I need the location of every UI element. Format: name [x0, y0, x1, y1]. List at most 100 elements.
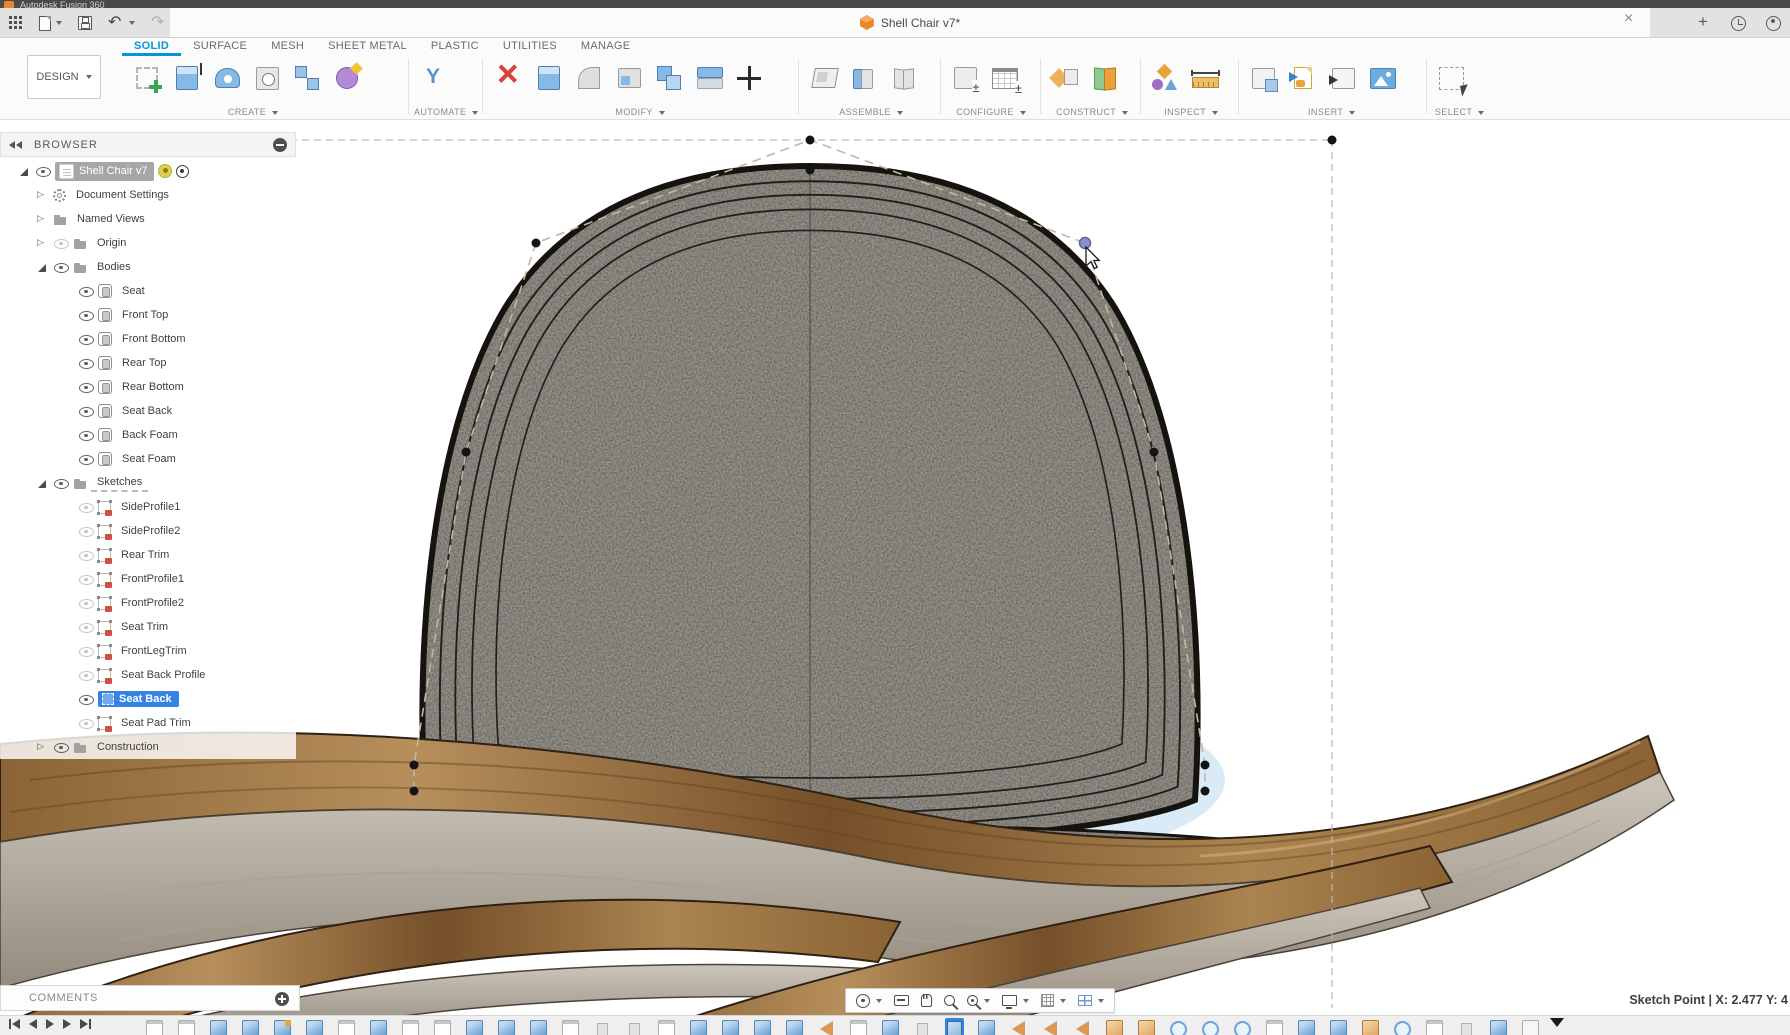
timeline-feature[interactable] [337, 1018, 356, 1035]
timeline-feature[interactable] [1105, 1018, 1124, 1035]
timeline-feature[interactable] [881, 1018, 900, 1035]
tool-insert-derive[interactable] [1324, 56, 1362, 100]
tree-row-seat-foam[interactable]: Seat Foam [0, 447, 296, 471]
tool-delete[interactable] [490, 56, 528, 100]
tree-row-sideprofile2[interactable]: SideProfile2 [0, 519, 296, 543]
timeline-feature[interactable] [465, 1018, 484, 1035]
tool-extrude[interactable] [168, 56, 206, 100]
tool-select-marquee[interactable] [1432, 56, 1470, 100]
tree-row-back-foam[interactable]: Back Foam [0, 423, 296, 447]
eye-hidden-icon[interactable] [78, 620, 94, 634]
timeline-feature[interactable] [1041, 1018, 1060, 1035]
eye-hidden-icon[interactable] [78, 644, 94, 658]
collapsed-arrow-icon[interactable] [36, 213, 49, 226]
timeline-position-marker[interactable] [1550, 1018, 1564, 1027]
timeline-feature[interactable] [625, 1018, 644, 1035]
group-label-inspect[interactable]: INSPECT [1146, 107, 1236, 117]
play-button[interactable] [46, 1019, 54, 1029]
eye-visible-icon[interactable] [78, 308, 94, 322]
tool-insert-mesh[interactable] [1244, 56, 1282, 100]
timeline-feature[interactable] [305, 1018, 324, 1035]
tool-move-copy[interactable] [730, 56, 768, 100]
tool-measure[interactable] [1186, 56, 1224, 100]
ribbon-tab-plastic[interactable]: PLASTIC [419, 38, 491, 56]
timeline-feature[interactable] [273, 1018, 292, 1035]
tree-row-origin[interactable]: Origin [0, 231, 296, 255]
target-icon[interactable] [176, 165, 189, 178]
tool-revolve[interactable] [208, 56, 246, 100]
eye-visible-icon[interactable] [78, 356, 94, 370]
tree-row-seat-back-profile[interactable]: Seat Back Profile [0, 663, 296, 687]
file-new-button[interactable] [36, 14, 65, 33]
tree-row-rear-trim[interactable]: Rear Trim [0, 543, 296, 567]
eye-visible-icon[interactable] [78, 380, 94, 394]
tree-row-construction[interactable]: Construction [0, 735, 296, 759]
sketch-point-hovered[interactable] [1080, 238, 1091, 249]
tool-joint[interactable] [846, 56, 884, 100]
group-label-assemble[interactable]: ASSEMBLE [806, 107, 936, 117]
ribbon-tab-manage[interactable]: MANAGE [569, 38, 642, 56]
eye-visible-icon[interactable] [78, 332, 94, 346]
timeline-feature[interactable] [753, 1018, 772, 1035]
expanded-arrow-icon[interactable] [36, 261, 49, 274]
profile-button[interactable] [1763, 14, 1784, 33]
timeline-feature[interactable] [1073, 1018, 1092, 1035]
timeline-feature[interactable] [1521, 1018, 1540, 1035]
timeline-feature[interactable] [977, 1018, 996, 1035]
display-settings-button[interactable] [996, 989, 1035, 1012]
eye-visible-icon[interactable] [78, 284, 94, 298]
tool-as-built-joint[interactable] [886, 56, 924, 100]
timeline-feature[interactable] [1329, 1018, 1348, 1035]
timeline-feature[interactable] [369, 1018, 388, 1035]
timeline-feature[interactable] [1425, 1018, 1444, 1035]
timeline-feature[interactable] [209, 1018, 228, 1035]
eye-visible-icon[interactable] [53, 740, 69, 754]
group-label-create[interactable]: CREATE [128, 107, 378, 117]
tree-row-frontprofile2[interactable]: FrontProfile2 [0, 591, 296, 615]
timeline-feature[interactable] [593, 1018, 612, 1035]
timeline-feature[interactable] [913, 1018, 932, 1035]
eye-visible-icon[interactable] [53, 260, 69, 274]
timeline-feature[interactable] [1457, 1018, 1476, 1035]
group-label-automate[interactable]: AUTOMATE [414, 107, 474, 117]
eye-hidden-icon[interactable] [78, 668, 94, 682]
step-back-button[interactable] [29, 1019, 37, 1029]
tree-row-seat-pad-trim[interactable]: Seat Pad Trim [0, 711, 296, 735]
go-to-start-button[interactable] [8, 1019, 20, 1029]
ribbon-tab-solid[interactable]: SOLID [122, 38, 181, 56]
eye-hidden-icon[interactable] [53, 236, 69, 250]
look-at-button[interactable] [888, 989, 915, 1012]
timeline-feature[interactable] [1201, 1018, 1220, 1035]
collapse-panel-icon[interactable] [9, 140, 24, 150]
tree-row-seat-trim[interactable]: Seat Trim [0, 615, 296, 639]
eye-visible-icon[interactable] [78, 692, 94, 706]
tree-row-named-views[interactable]: Named Views [0, 207, 296, 231]
go-to-end-button[interactable] [80, 1019, 92, 1029]
eye-hidden-icon[interactable] [78, 524, 94, 538]
layout-grid-button[interactable] [1035, 989, 1072, 1012]
tool-hole[interactable] [248, 56, 286, 100]
tool-fillet[interactable] [570, 56, 608, 100]
comments-bar[interactable]: COMMENTS [0, 985, 300, 1011]
timeline-feature[interactable] [817, 1018, 836, 1035]
tool-construction-plane[interactable] [1046, 56, 1084, 100]
timeline-feature[interactable] [1489, 1018, 1508, 1035]
tool-split-body[interactable] [690, 56, 728, 100]
timeline-feature[interactable] [1169, 1018, 1188, 1035]
tool-automate[interactable] [414, 56, 452, 100]
tree-row-front-top[interactable]: Front Top [0, 303, 296, 327]
eye-hidden-icon[interactable] [78, 548, 94, 562]
expanded-arrow-icon[interactable] [18, 165, 31, 178]
root-node-pill[interactable]: Shell Chair v7 [55, 162, 154, 181]
tree-row-bodies[interactable]: Bodies [0, 255, 296, 279]
comments-expand-icon[interactable] [275, 992, 289, 1006]
multi-view-button[interactable] [1072, 989, 1110, 1012]
timeline-feature[interactable] [1137, 1018, 1156, 1035]
recent-clock-button[interactable] [1728, 14, 1749, 33]
eye-visible-icon[interactable] [78, 404, 94, 418]
fit-button[interactable] [961, 989, 996, 1012]
group-label-select[interactable]: SELECT [1432, 107, 1487, 117]
tool-configuration[interactable] [946, 56, 984, 100]
tool-combine[interactable] [650, 56, 688, 100]
timeline-feature[interactable] [401, 1018, 420, 1035]
